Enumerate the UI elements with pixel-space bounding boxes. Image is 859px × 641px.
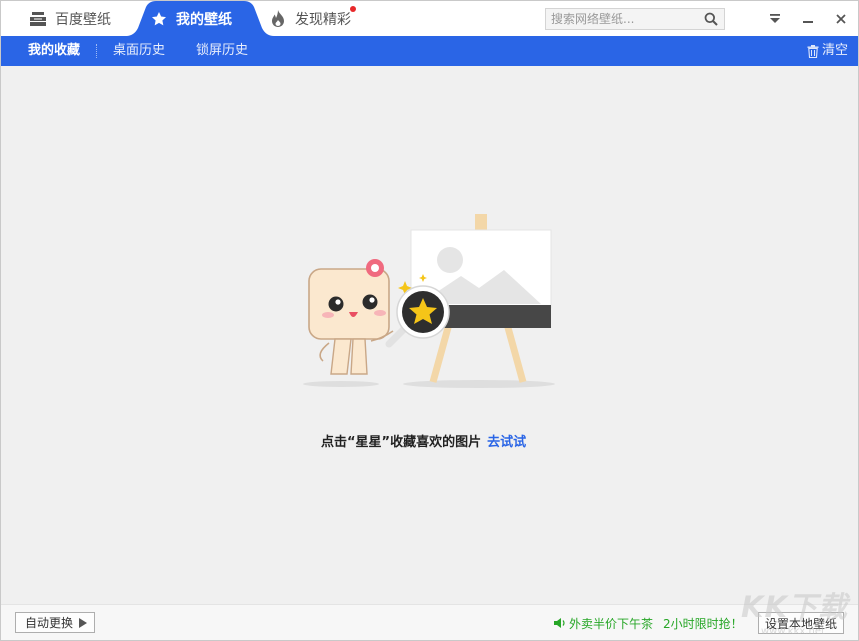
sub-navigation: 我的收藏 桌面历史 锁屏历史 清空 bbox=[1, 36, 858, 66]
play-icon bbox=[79, 618, 87, 628]
watermark: KK下载 www.kkx.net bbox=[741, 584, 858, 640]
clear-label: 清空 bbox=[822, 43, 849, 58]
promo-link[interactable]: 外卖半价下午茶 2小时限时抢！ bbox=[554, 613, 743, 633]
tab-label: 百度壁纸 bbox=[55, 11, 111, 28]
subnav-lockscreen-history[interactable]: 锁屏历史 bbox=[196, 36, 248, 66]
empty-state-message: 点击“星星”收藏喜欢的图片 去试试 bbox=[321, 434, 526, 452]
star-icon bbox=[150, 10, 168, 28]
subnav-desktop-history[interactable]: 桌面历史 bbox=[113, 36, 165, 66]
watermark-url: www.kkx.net bbox=[761, 626, 825, 637]
tab-discover[interactable]: 发现精彩 bbox=[269, 1, 356, 36]
tab-label: 我的壁纸 bbox=[176, 11, 232, 28]
search-input[interactable] bbox=[546, 9, 701, 29]
clear-button[interactable]: 清空 bbox=[807, 36, 848, 66]
tab-baidu-wallpaper[interactable]: 百度壁纸 bbox=[29, 1, 111, 36]
speaker-icon bbox=[554, 618, 565, 628]
auto-change-label: 自动更换 bbox=[25, 616, 74, 630]
trash-icon bbox=[807, 44, 819, 58]
empty-favorites-illustration bbox=[303, 214, 555, 388]
minimize-icon[interactable] bbox=[799, 10, 817, 28]
bottom-bar: 自动更换 外卖半价下午茶 2小时限时抢！ 设置本地壁纸 bbox=[1, 604, 858, 640]
promo-text: 外卖半价下午茶 bbox=[569, 616, 654, 631]
app-window: 百度壁纸 我的壁纸 发现精彩 搜索网络壁纸... 我的收藏 桌面历史 锁屏历史 … bbox=[0, 0, 859, 641]
watermark-logo: KK下载 bbox=[741, 590, 848, 624]
search-icon[interactable] bbox=[704, 12, 718, 26]
stack-icon bbox=[29, 10, 47, 28]
auto-change-button[interactable]: 自动更换 bbox=[15, 612, 95, 633]
empty-state-text: 点击“星星”收藏喜欢的图片 bbox=[321, 435, 482, 450]
subnav-my-favorites[interactable]: 我的收藏 bbox=[28, 36, 80, 66]
tab-my-wallpaper[interactable]: 我的壁纸 bbox=[126, 1, 274, 36]
promo-text-secondary: 2小时限时抢！ bbox=[663, 616, 743, 631]
tab-label: 发现精彩 bbox=[295, 11, 351, 28]
try-it-link[interactable]: 去试试 bbox=[487, 435, 526, 450]
search-box bbox=[545, 8, 725, 30]
subnav-divider bbox=[96, 44, 98, 58]
title-bar: 百度壁纸 我的壁纸 发现精彩 bbox=[1, 1, 858, 36]
close-icon[interactable] bbox=[832, 10, 850, 28]
flame-icon bbox=[269, 10, 287, 28]
notification-dot bbox=[350, 6, 356, 12]
dropdown-menu-icon[interactable] bbox=[766, 10, 784, 28]
